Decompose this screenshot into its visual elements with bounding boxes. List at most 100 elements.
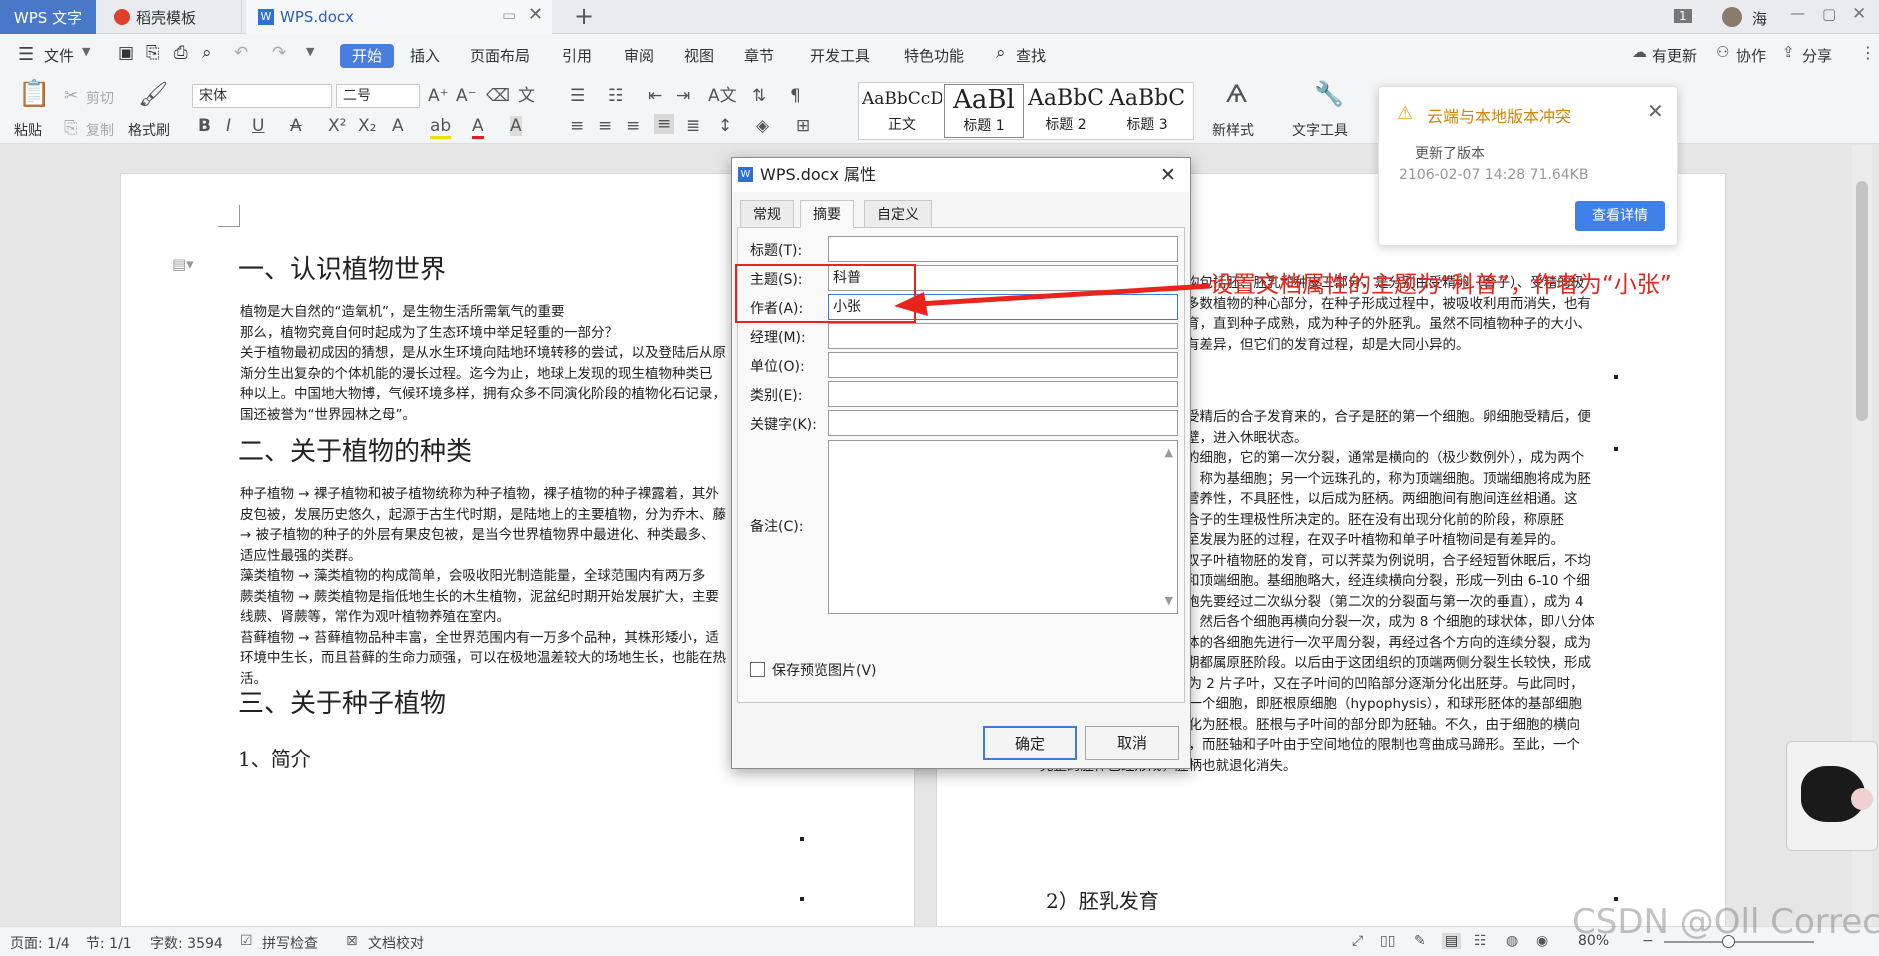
new-style-icon[interactable]: Ѧ (1226, 82, 1247, 106)
menu-start[interactable]: 开始 (340, 44, 395, 68)
cut-label[interactable]: 剪切 (86, 88, 114, 108)
menu-special[interactable]: 特色功能 (904, 44, 964, 68)
save-icon[interactable]: ▣ (118, 43, 134, 63)
new-tab-icon[interactable]: + (574, 2, 594, 30)
show-marks-icon[interactable]: ¶ (790, 86, 801, 106)
font-family-select[interactable]: 宋体 (192, 84, 332, 108)
company-field[interactable] (828, 352, 1178, 378)
chinese-layout-icon[interactable]: A文 (708, 86, 737, 106)
outline-icon[interactable]: ☷ (1474, 933, 1487, 949)
tab-general[interactable]: 常规 (740, 200, 794, 228)
decrease-indent-icon[interactable]: ⇤ (648, 86, 662, 106)
increase-indent-icon[interactable]: ⇥ (676, 86, 690, 106)
shrink-font-icon[interactable]: A⁻ (456, 86, 477, 106)
notes-textarea[interactable]: ▲ ▼ (828, 440, 1178, 614)
cloud-update-icon[interactable]: ☁ (1632, 43, 1647, 61)
category-field[interactable] (828, 381, 1178, 407)
menu-collab[interactable]: 协作 (1736, 44, 1766, 68)
clear-format-icon[interactable]: ⌫ (486, 86, 510, 106)
wrench-icon[interactable]: 🔧 (1314, 82, 1344, 106)
avatar[interactable] (1722, 7, 1742, 27)
view-details-button[interactable]: 查看详情 (1575, 201, 1665, 231)
minimize-icon[interactable]: — (1790, 4, 1805, 22)
highlight-icon[interactable]: ab (430, 116, 452, 139)
tab-template[interactable]: 稻壳模板 (100, 0, 242, 34)
font-size-select[interactable]: 二号 (336, 84, 420, 108)
close-tab-icon[interactable]: ✕ (528, 4, 543, 25)
section-indicator[interactable]: 节: 1/1 (86, 933, 132, 953)
scissors-icon[interactable]: ✂ (64, 86, 78, 106)
web-view-icon[interactable]: ◍ (1506, 933, 1518, 949)
cancel-button[interactable]: 取消 (1085, 726, 1179, 760)
dialog-title-bar[interactable]: W WPS.docx 属性 ✕ (732, 158, 1190, 192)
monitor-icon[interactable]: ▭ (502, 6, 516, 24)
tab-document[interactable]: W WPS.docx ▭ ✕ (246, 0, 552, 34)
paste-icon[interactable]: 📋 (18, 81, 50, 107)
bold-icon[interactable]: B (198, 116, 211, 136)
border-icon[interactable]: ⊞ (796, 116, 810, 136)
font-color-icon[interactable]: A (472, 116, 484, 139)
tab-custom[interactable]: 自定义 (864, 200, 932, 228)
line-spacing-icon[interactable]: ↕ (718, 116, 732, 136)
user-name[interactable]: 海 (1752, 8, 1767, 29)
format-painter-label[interactable]: 格式刷 (128, 120, 170, 140)
align-right-icon[interactable]: ≡ (626, 116, 640, 136)
menu-chapter[interactable]: 章节 (744, 44, 774, 68)
notice-close-icon[interactable]: ✕ (1647, 99, 1664, 123)
title-field[interactable] (828, 236, 1178, 262)
doc-nav-icon[interactable]: ▤▾ (172, 255, 194, 273)
align-center-icon[interactable]: ≡ (598, 116, 612, 136)
print-preview-icon[interactable]: ⌕ (202, 43, 212, 63)
search-icon[interactable]: ⌕ (996, 43, 1006, 63)
style-heading-3[interactable]: AaBbC 标题 3 (1108, 84, 1186, 138)
ok-button[interactable]: 确定 (983, 726, 1077, 760)
undo-icon[interactable]: ↶ (234, 43, 248, 63)
menu-references[interactable]: 引用 (562, 44, 592, 68)
eye-care-icon[interactable]: ◉ (1536, 933, 1548, 949)
tab-summary[interactable]: 摘要 (800, 200, 854, 228)
menu-page-layout[interactable]: 页面布局 (470, 44, 530, 68)
sort-icon[interactable]: ⇅ (752, 86, 766, 106)
menu-update[interactable]: 有更新 (1652, 44, 1697, 68)
text-tool-label[interactable]: 文字工具 (1292, 120, 1348, 140)
keywords-field[interactable] (828, 410, 1178, 436)
quick-access-dropdown-icon[interactable]: ▼ (306, 45, 314, 58)
dialog-close-icon[interactable]: ✕ (1160, 158, 1176, 192)
focus-mode-icon[interactable]: ⤢ (1352, 933, 1363, 949)
shading-icon[interactable]: ◈ (756, 116, 769, 136)
paste-label[interactable]: 粘贴 (14, 120, 42, 140)
scrollbar-thumb[interactable] (1856, 181, 1868, 421)
text-effect-icon[interactable]: A (392, 116, 404, 136)
notes-scroll-down-icon[interactable]: ▼ (1165, 589, 1173, 613)
pinyin-icon[interactable]: 文 (518, 86, 535, 106)
menu-find[interactable]: 查找 (1016, 44, 1046, 68)
page-view-icon[interactable]: ▤ (1442, 933, 1462, 949)
chevron-down-icon[interactable]: ▼ (82, 45, 90, 58)
proof-button[interactable]: 文档校对 (368, 933, 424, 953)
save-preview-checkbox[interactable] (750, 662, 765, 677)
page-indicator[interactable]: 页面: 1/4 (10, 933, 70, 953)
word-count[interactable]: 字数: 3594 (150, 933, 223, 953)
distribute-icon[interactable]: ≣ (686, 116, 700, 136)
copy-label[interactable]: 复制 (86, 120, 114, 140)
save-preview-label[interactable]: 保存预览图片(V) (772, 660, 877, 680)
collab-icon[interactable]: ⚇ (1716, 43, 1729, 61)
menu-review[interactable]: 审阅 (624, 44, 654, 68)
more-icon[interactable]: ⋮ (1860, 43, 1876, 62)
justify-icon[interactable]: ≡ (654, 114, 675, 134)
output-icon[interactable]: ⎘ (146, 43, 160, 63)
bullet-list-icon[interactable]: ☰ (570, 86, 585, 106)
subscript-icon[interactable]: X₂ (358, 116, 376, 136)
redo-icon[interactable]: ↷ (272, 43, 286, 63)
print-icon[interactable]: ⎙ (174, 43, 188, 63)
spell-check-button[interactable]: 拼写检查 (262, 933, 318, 953)
share-icon[interactable]: ⇪ (1782, 43, 1795, 61)
style-heading-2[interactable]: AaBbC 标题 2 (1026, 84, 1106, 138)
underline-icon[interactable]: U (252, 116, 264, 136)
grow-font-icon[interactable]: A⁺ (428, 86, 449, 106)
italic-icon[interactable]: I (226, 116, 231, 136)
tab-wps-writer[interactable]: WPS 文字 (0, 0, 96, 34)
spell-check-icon[interactable]: ☑ (240, 933, 253, 949)
style-normal[interactable]: AaBbCcDd 正文 (862, 84, 942, 138)
copy-icon[interactable]: ⎘ (64, 118, 78, 138)
